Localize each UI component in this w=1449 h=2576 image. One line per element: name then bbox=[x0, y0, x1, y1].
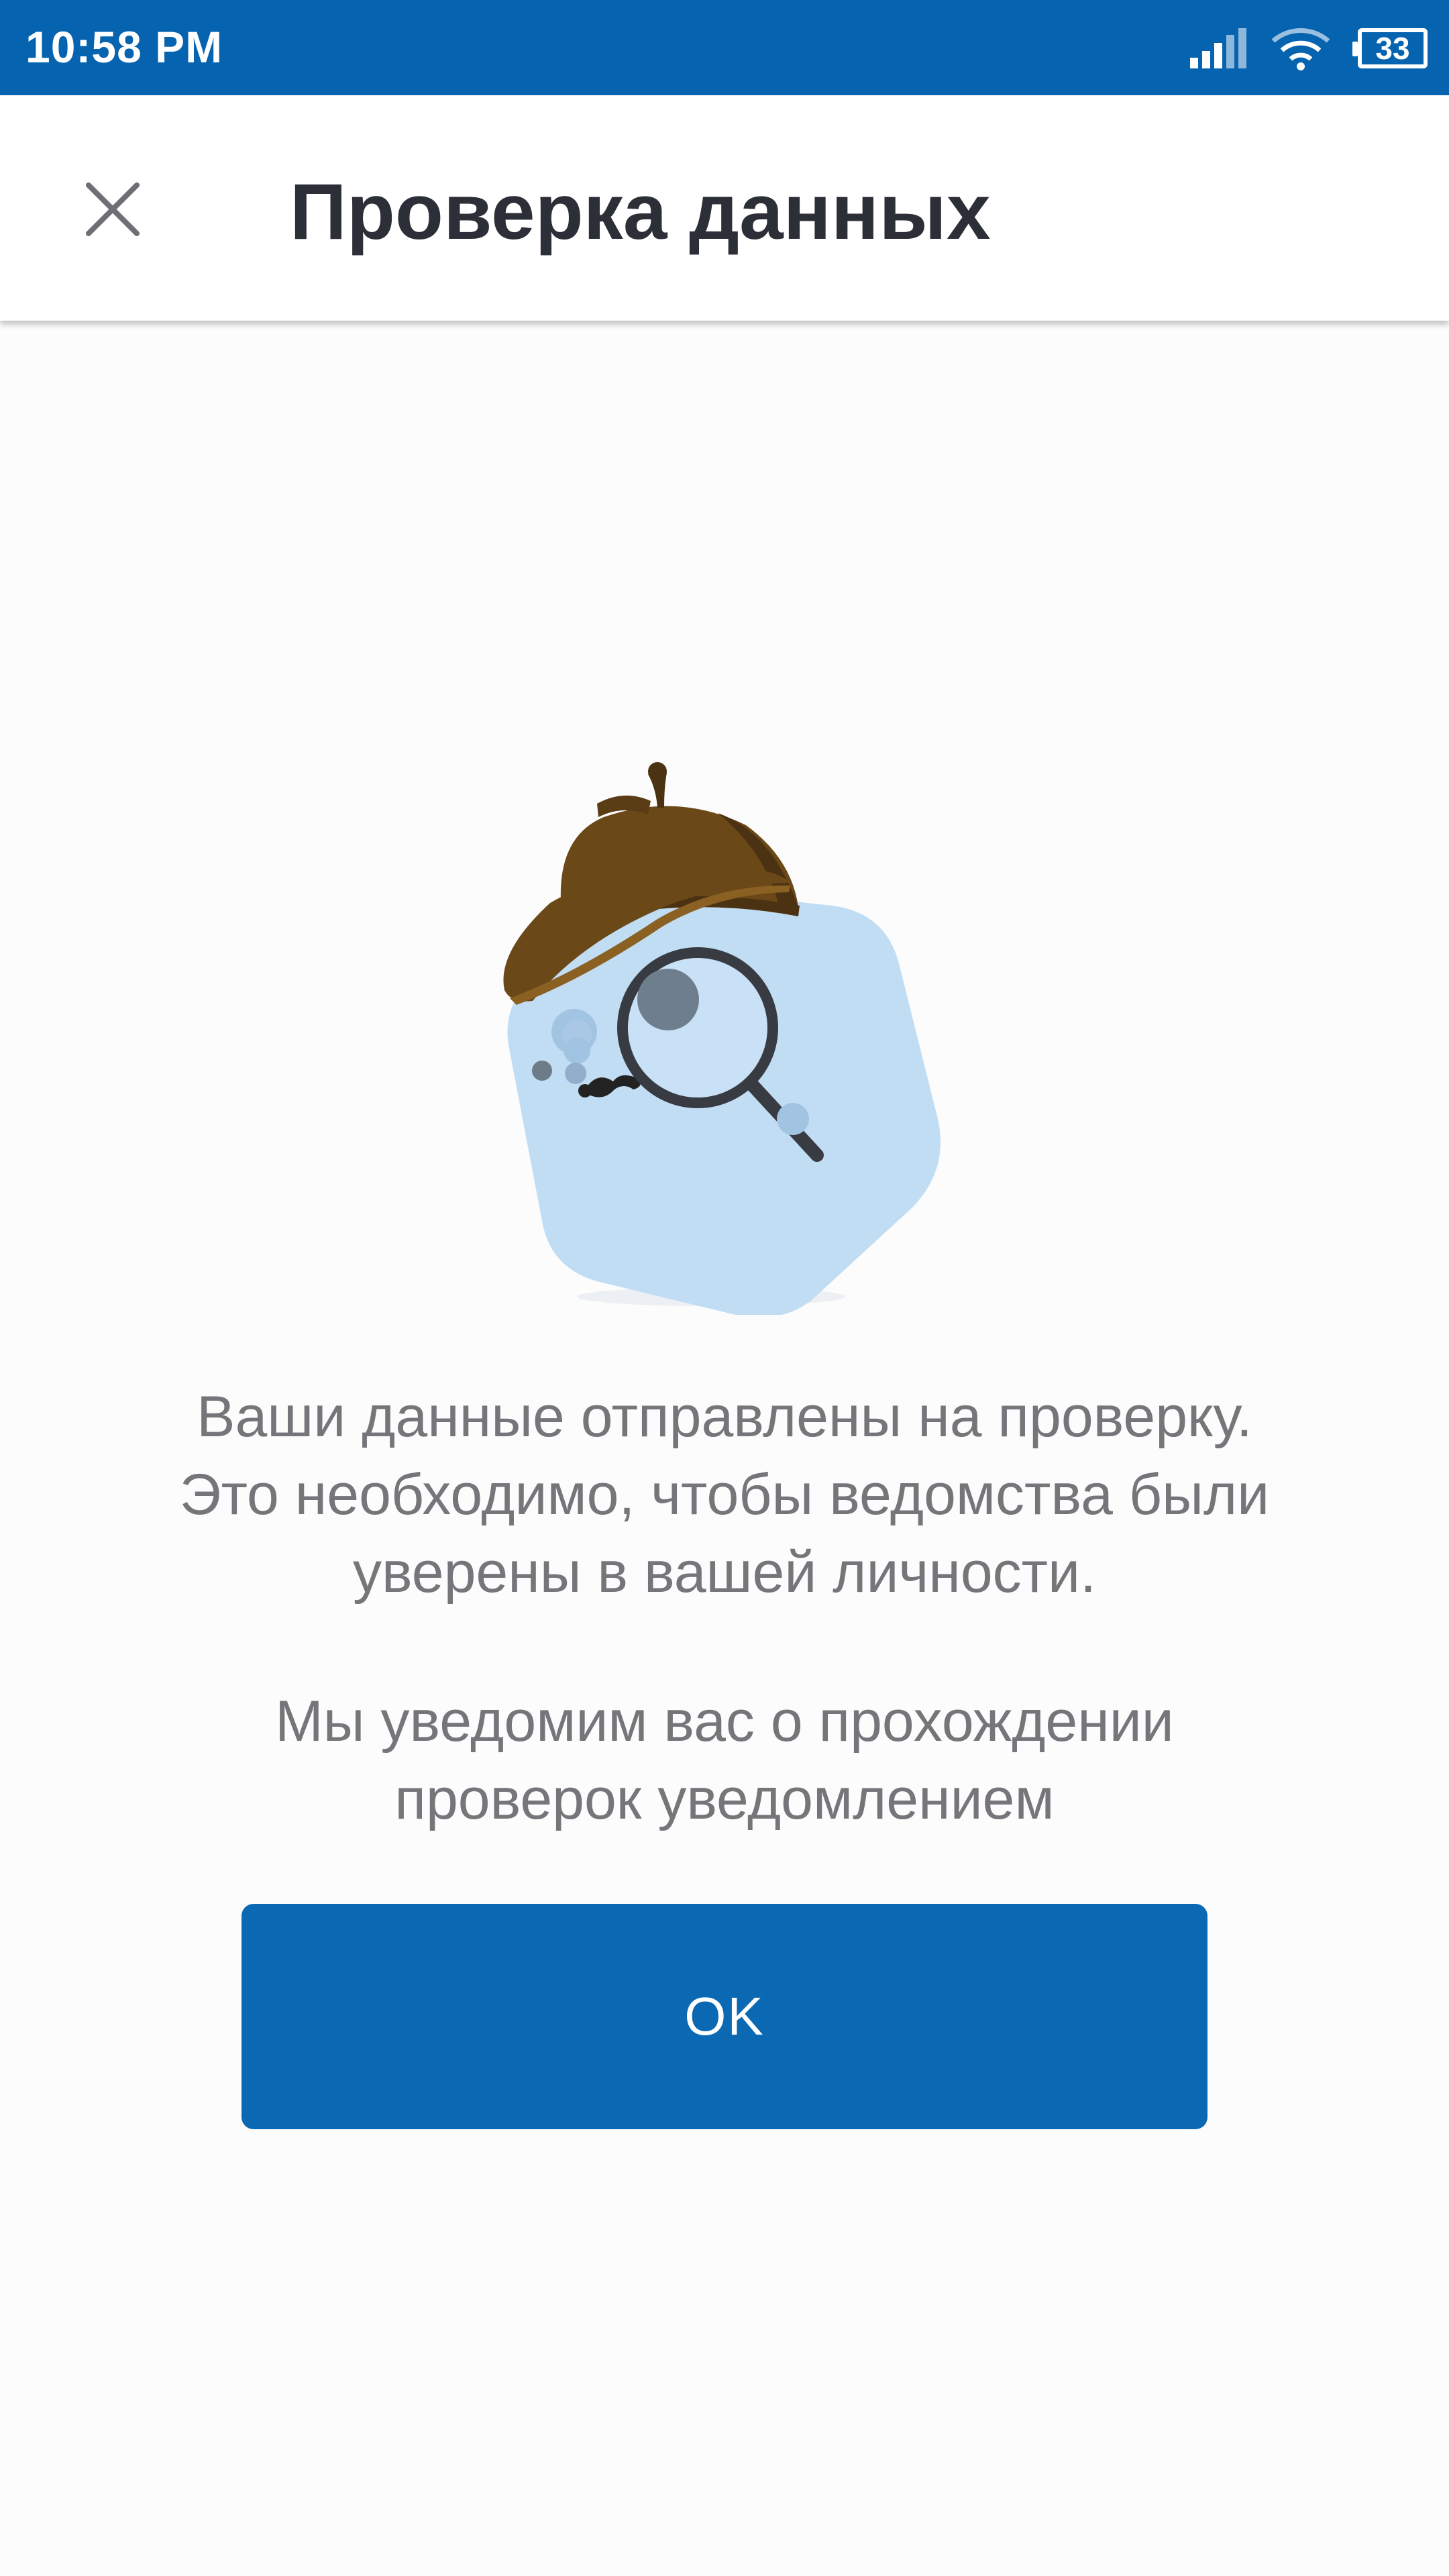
close-icon bbox=[86, 182, 140, 236]
status-icons: 33 bbox=[1190, 24, 1428, 72]
status-bar: 10:58 PM 33 bbox=[0, 0, 1449, 95]
screen: 10:58 PM 33 Проверка данных Ваши данные … bbox=[0, 0, 1449, 2576]
signal-icon bbox=[1190, 28, 1246, 68]
battery-level: 33 bbox=[1375, 31, 1410, 66]
ok-button[interactable]: OK bbox=[241, 1904, 1208, 2129]
status-time: 10:58 PM bbox=[25, 22, 223, 72]
message-line: уверены в вашей личности. bbox=[353, 1540, 1096, 1605]
page-title: Проверка данных bbox=[290, 168, 991, 256]
battery-icon: 33 bbox=[1352, 28, 1428, 68]
detective-magnifier-illustration bbox=[496, 751, 953, 1318]
ok-button-label: OK bbox=[684, 1986, 765, 2046]
close-button[interactable] bbox=[66, 162, 160, 256]
wifi-icon bbox=[1271, 28, 1330, 70]
message-line: Это необходимо, чтобы ведомства были bbox=[179, 1462, 1270, 1527]
notification-notice: Мы уведомим вас о прохождении проверок у… bbox=[54, 1682, 1395, 1838]
notice-line: проверок уведомлением bbox=[394, 1767, 1055, 1831]
toolbar: Проверка данных bbox=[0, 95, 1449, 321]
message-line: Ваши данные отправлены на проверку. bbox=[197, 1385, 1252, 1449]
notice-line: Мы уведомим вас о прохождении bbox=[275, 1689, 1174, 1754]
verification-message: Ваши данные отправлены на проверку. Это … bbox=[54, 1378, 1395, 1611]
